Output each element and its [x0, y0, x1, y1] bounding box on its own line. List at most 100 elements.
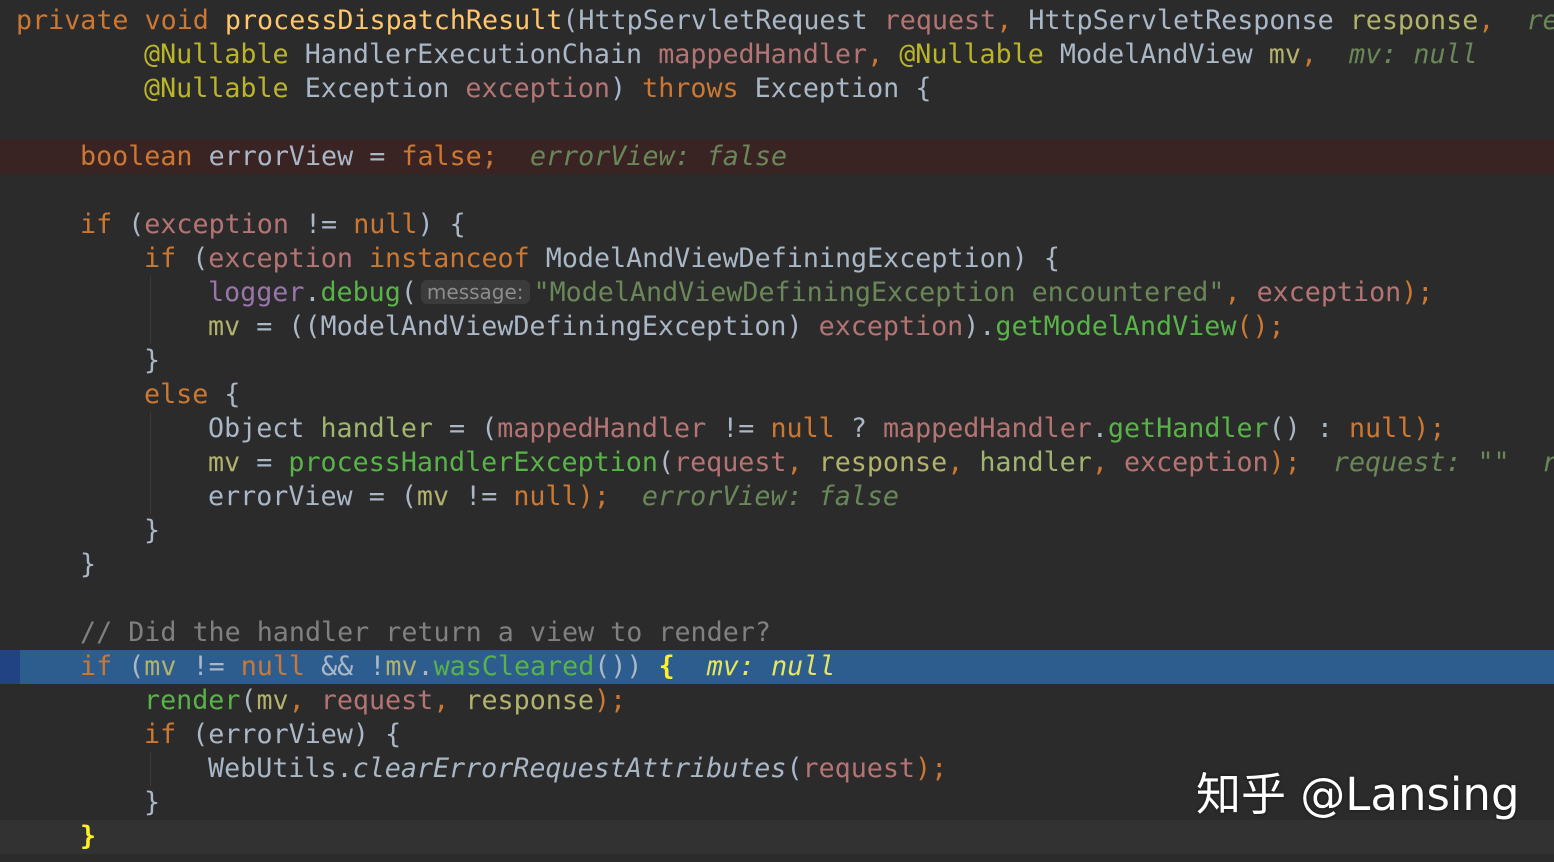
debug-inline-value: re [1526, 5, 1554, 36]
keyword: if [144, 243, 177, 274]
code-comment: // Did the handler return a view to rend… [80, 617, 771, 648]
punct: ( [562, 5, 579, 36]
operator: ! [369, 651, 386, 682]
operator: = [449, 413, 466, 444]
keyword: else [144, 379, 209, 410]
code-line[interactable]: } [0, 548, 1554, 582]
method-call: getHandler [1107, 413, 1269, 444]
punct: (( [288, 311, 321, 342]
punct: , [867, 39, 884, 70]
annotation: @Nullable [899, 39, 1044, 70]
type-name: ModelAndViewDefiningException [545, 243, 1012, 274]
brace: } [144, 345, 161, 376]
code-line[interactable]: if (exception != null) { [0, 208, 1554, 242]
debug-inline-value: r [1542, 447, 1554, 478]
type-name: HttpServletResponse [1028, 5, 1334, 36]
method-name: processDispatchResult [224, 5, 563, 36]
code-line[interactable]: logger.debug(message: "ModelAndViewDefini… [0, 276, 1554, 310]
parameter: mv [208, 447, 241, 478]
punct: , [1224, 277, 1241, 308]
operator: = [256, 311, 273, 342]
current-execution-line[interactable]: if (mv != null && !mv.wasCleared()) { mv… [0, 650, 1554, 684]
punct: ) [352, 719, 369, 750]
keyword: instanceof [368, 243, 530, 274]
brace: } [80, 549, 97, 580]
punct: , [996, 5, 1013, 36]
punct: ); [1401, 277, 1434, 308]
operator: != [722, 413, 755, 444]
watermark: 知乎 @Lansing [1196, 768, 1520, 821]
keyword: false [401, 141, 482, 172]
method-call: processHandlerException [288, 447, 658, 478]
code-line[interactable]: mv = ((ModelAndViewDefiningException) ex… [0, 310, 1554, 344]
parameter: mv [144, 651, 177, 682]
local-variable: errorView [208, 481, 353, 512]
operator: != [304, 209, 338, 240]
code-line[interactable]: errorView = (mv != null); errorView: fal… [0, 480, 1554, 514]
parameter-hint: message: [420, 280, 530, 304]
local-variable: errorView [208, 141, 354, 172]
code-editor[interactable]: private void processDispatchResult(HttpS… [0, 0, 1554, 862]
code-line[interactable]: @Nullable HandlerExecutionChain mappedHa… [0, 38, 1554, 72]
brace: { [224, 379, 241, 410]
local-variable: handler [320, 413, 433, 444]
code-line[interactable]: if (errorView) { [0, 718, 1554, 752]
debug-inline-value: mv: null [1349, 39, 1478, 70]
punct: ) [417, 209, 434, 240]
brace: } [144, 515, 161, 546]
parameter: mv [208, 311, 241, 342]
local-variable: errorView [208, 719, 353, 750]
keyword: boolean [80, 141, 193, 172]
method-call: getModelAndView [995, 311, 1237, 342]
keyword: throws [642, 73, 739, 104]
punct: ( [128, 651, 145, 682]
operator: = [369, 141, 386, 172]
punct: ) [1011, 243, 1028, 274]
parameter: exception [818, 311, 964, 342]
code-line[interactable]: else { [0, 378, 1554, 412]
type-name: ModelAndViewDefiningException [320, 311, 787, 342]
code-line[interactable]: @Nullable Exception exception) throws Ex… [0, 72, 1554, 106]
punct: ( [657, 447, 674, 478]
type-name: Object [208, 413, 305, 444]
breakpoint-line[interactable]: boolean errorView = false; errorView: fa… [0, 140, 1554, 174]
code-line[interactable]: } [0, 514, 1554, 548]
parameter: mappedHandler [497, 413, 707, 444]
code-line[interactable]: mv = processHandlerException(request, re… [0, 446, 1554, 480]
operator: ? [850, 413, 867, 444]
keyword: if [80, 209, 113, 240]
keyword: void [144, 5, 209, 36]
code-line[interactable]: private void processDispatchResult(HttpS… [0, 4, 1554, 38]
code-line[interactable]: // Did the handler return a view to rend… [0, 616, 1554, 650]
debug-inline-value: request: "" [1332, 447, 1510, 478]
method-call: debug [320, 277, 401, 308]
code-line[interactable]: } [0, 344, 1554, 378]
parameter: mv [385, 651, 418, 682]
code-line[interactable]: Object handler = (mappedHandler != null … [0, 412, 1554, 446]
punct: ( [400, 277, 417, 308]
parameter: request [802, 753, 916, 784]
punct: . [304, 277, 321, 308]
code-line[interactable]: render(mv, request, response); [0, 684, 1554, 718]
punct: ); [593, 685, 627, 716]
punct: ) [786, 311, 803, 342]
punct: , [947, 447, 964, 478]
punct: ()) [594, 651, 643, 682]
punct: ( [786, 753, 803, 784]
string-literal: "ModelAndViewDefiningException encounter… [533, 277, 1225, 308]
debug-inline-value: errorView: false [641, 481, 899, 512]
type-name: HandlerExecutionChain [304, 39, 643, 70]
matched-brace: { [658, 651, 675, 682]
annotation: @Nullable [144, 73, 289, 104]
parameter: exception [465, 73, 610, 104]
code-line[interactable]: if (exception instanceof ModelAndViewDef… [0, 242, 1554, 276]
type-name: ModelAndView [1059, 39, 1253, 70]
parameter: exception [1256, 277, 1402, 308]
parameter: mv [256, 685, 289, 716]
punct: , [1478, 5, 1495, 36]
matched-brace: } [80, 821, 97, 852]
brace: { [915, 73, 932, 104]
caret-line[interactable]: } [0, 820, 1554, 854]
punct: . [417, 651, 434, 682]
punct: ; [481, 141, 498, 172]
